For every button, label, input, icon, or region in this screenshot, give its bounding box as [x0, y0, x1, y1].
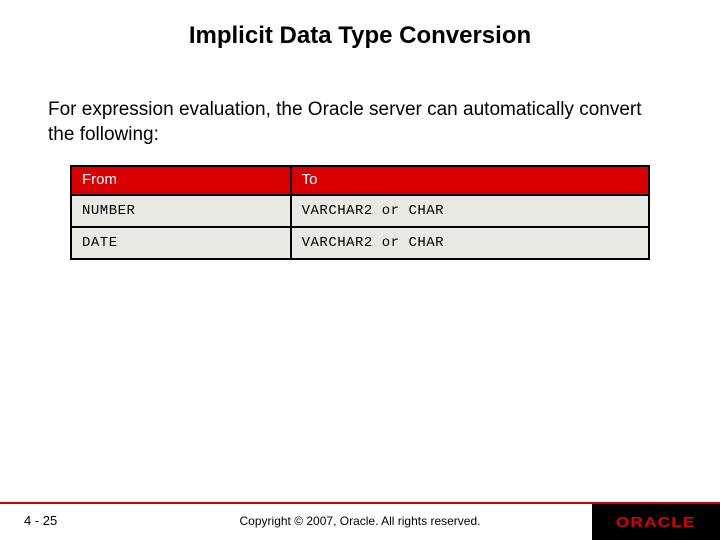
conversion-table: From To NUMBER VARCHAR2 or CHAR DATE VAR…: [70, 165, 650, 260]
oracle-logo-text: ORACLE: [616, 514, 696, 531]
cell-from: NUMBER: [71, 195, 291, 227]
cell-to: VARCHAR2 or CHAR: [291, 195, 649, 227]
intro-paragraph: For expression evaluation, the Oracle se…: [0, 98, 720, 147]
col-header-from: From: [71, 166, 291, 195]
table-row: DATE VARCHAR2 or CHAR: [71, 227, 649, 259]
cell-from: DATE: [71, 227, 291, 259]
page-title: Implicit Data Type Conversion: [0, 0, 720, 50]
col-header-to: To: [291, 166, 649, 195]
footer: 4 - 25 Copyright © 2007, Oracle. All rig…: [0, 504, 720, 540]
slide: Implicit Data Type Conversion For expres…: [0, 0, 720, 540]
oracle-logo: ORACLE: [592, 504, 720, 540]
table-header-row: From To: [71, 166, 649, 195]
table: From To NUMBER VARCHAR2 or CHAR DATE VAR…: [70, 165, 650, 260]
cell-to: VARCHAR2 or CHAR: [291, 227, 649, 259]
table-row: NUMBER VARCHAR2 or CHAR: [71, 195, 649, 227]
